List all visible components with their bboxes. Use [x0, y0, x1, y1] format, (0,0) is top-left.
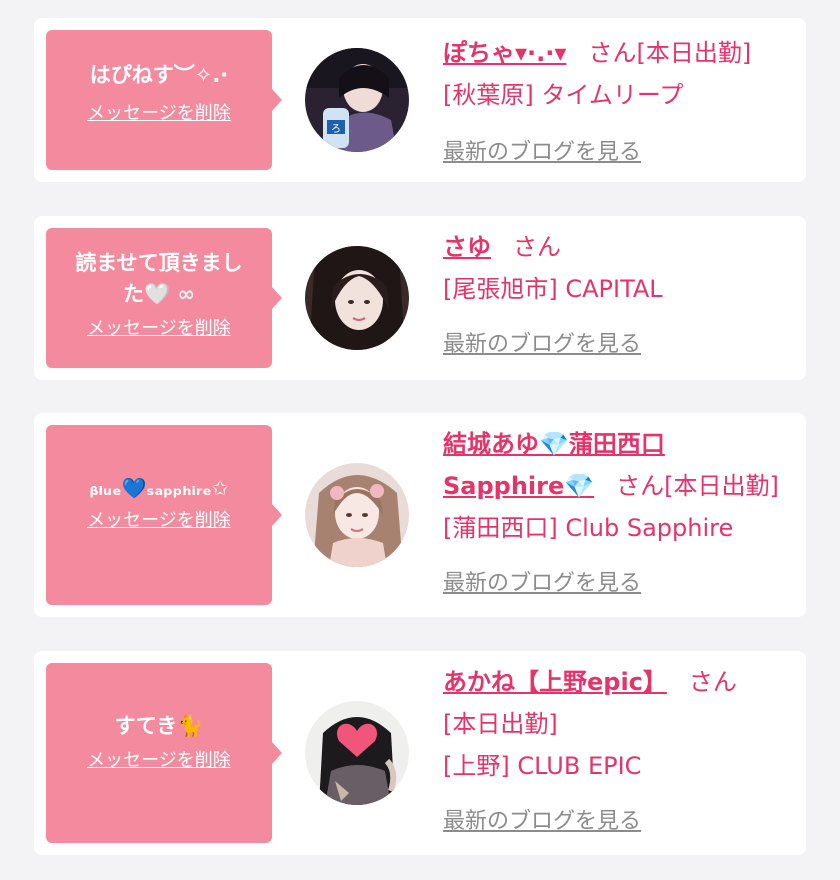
shop-location: [上野] CLUB EPIC [443, 752, 642, 780]
cast-info: 結城あゆ💎蒲田西口 Sapphire💎 さん[本日出勤] [蒲田西口] Club … [443, 423, 798, 605]
honorific: さん [688, 668, 737, 696]
message-card: すてき🐈 メッセージを削除 あかね【上野epic】 さん [本日出勤] [上野] … [34, 651, 806, 855]
work-status: [本日出勤] [443, 710, 558, 738]
message-bubble: 読ませて頂きまし た🤍 ∞ メッセージを削除 [46, 228, 282, 368]
shop-location: [秋葉原] タイムリープ [443, 81, 684, 109]
shop-location: [尾張旭市] CAPITAL [443, 275, 663, 303]
latest-blog-link[interactable]: 最新のブログを見る [443, 563, 641, 605]
message-text: ᵦₗᵤₑ💙ₛₐₚₚₕᵢᵣₑ✩ [54, 473, 264, 504]
message-bubble: はぴねす︶✧.· メッセージを削除 [46, 30, 282, 170]
honorific: さん [513, 233, 561, 261]
cast-name-link[interactable]: さゆ [443, 233, 491, 261]
avatar[interactable] [305, 246, 409, 350]
avatar[interactable] [305, 701, 409, 805]
cast-info: ぽちゃ▾·.·▾ さん[本日出勤] [秋葉原] タイムリープ 最新のブログを見る [443, 32, 798, 174]
message-bubble: すてき🐈 メッセージを削除 [46, 663, 282, 843]
cast-name-link[interactable]: 結城あゆ💎蒲田西口 [443, 430, 665, 458]
message-part: ₛₐₚₚₕᵢᵣₑ✩ [146, 476, 229, 500]
latest-blog-link[interactable]: 最新のブログを見る [443, 132, 641, 174]
shop-location: [蒲田西口] Club Sapphire [443, 514, 734, 542]
latest-blog-link[interactable]: 最新のブログを見る [443, 801, 641, 843]
cast-info: さゆ さん [尾張旭市] CAPITAL 最新のブログを見る [443, 226, 798, 366]
white-heart-icon: 🤍 ∞ [144, 282, 195, 306]
delete-message-link[interactable]: メッセージを削除 [87, 99, 231, 125]
cast-name-link[interactable]: ぽちゃ▾·.·▾ [443, 39, 566, 67]
honorific: さん [588, 39, 637, 67]
message-text: すてき🐈 [114, 714, 204, 738]
work-status: [本日出勤] [636, 39, 752, 67]
message-bubble: ᵦₗᵤₑ💙ₛₐₚₚₕᵢᵣₑ✩ メッセージを削除 [46, 425, 282, 605]
blue-heart-icon: 💙 [121, 476, 147, 500]
latest-blog-link[interactable]: 最新のブログを見る [443, 324, 641, 366]
delete-message-link[interactable]: メッセージを削除 [87, 506, 231, 532]
svg-text:ろ: ろ [331, 124, 341, 135]
message-text: 読ませて頂きまし た🤍 ∞ [54, 248, 264, 310]
cast-info: あかね【上野epic】 さん [本日出勤] [上野] CLUB EPIC 最新のブ… [443, 661, 798, 843]
message-card: はぴねす︶✧.· メッセージを削除 ろ ぽちゃ▾·.·▾ さん[本日出勤] [秋葉… [34, 18, 806, 182]
cast-name-link[interactable]: Sapphire💎 [443, 472, 594, 500]
avatar[interactable]: ろ [305, 48, 409, 152]
message-line: た [123, 282, 145, 306]
cast-name-link[interactable]: あかね【上野epic】 [443, 668, 667, 696]
message-text: はぴねす︶✧.· [89, 63, 229, 87]
message-part: ᵦₗᵤₑ [89, 476, 122, 500]
avatar[interactable] [305, 463, 409, 567]
message-card: 読ませて頂きまし た🤍 ∞ メッセージを削除 さゆ さん [尾張旭市] CAPIT… [34, 216, 806, 380]
delete-message-link[interactable]: メッセージを削除 [87, 314, 231, 340]
message-line: 読ませて頂きまし [75, 251, 243, 275]
work-status: [本日出勤] [664, 472, 779, 500]
honorific: さん [616, 472, 665, 500]
message-card: ᵦₗᵤₑ💙ₛₐₚₚₕᵢᵣₑ✩ メッセージを削除 結城あゆ💎蒲田西口 Sapphi… [34, 413, 806, 617]
delete-message-link[interactable]: メッセージを削除 [87, 746, 231, 772]
